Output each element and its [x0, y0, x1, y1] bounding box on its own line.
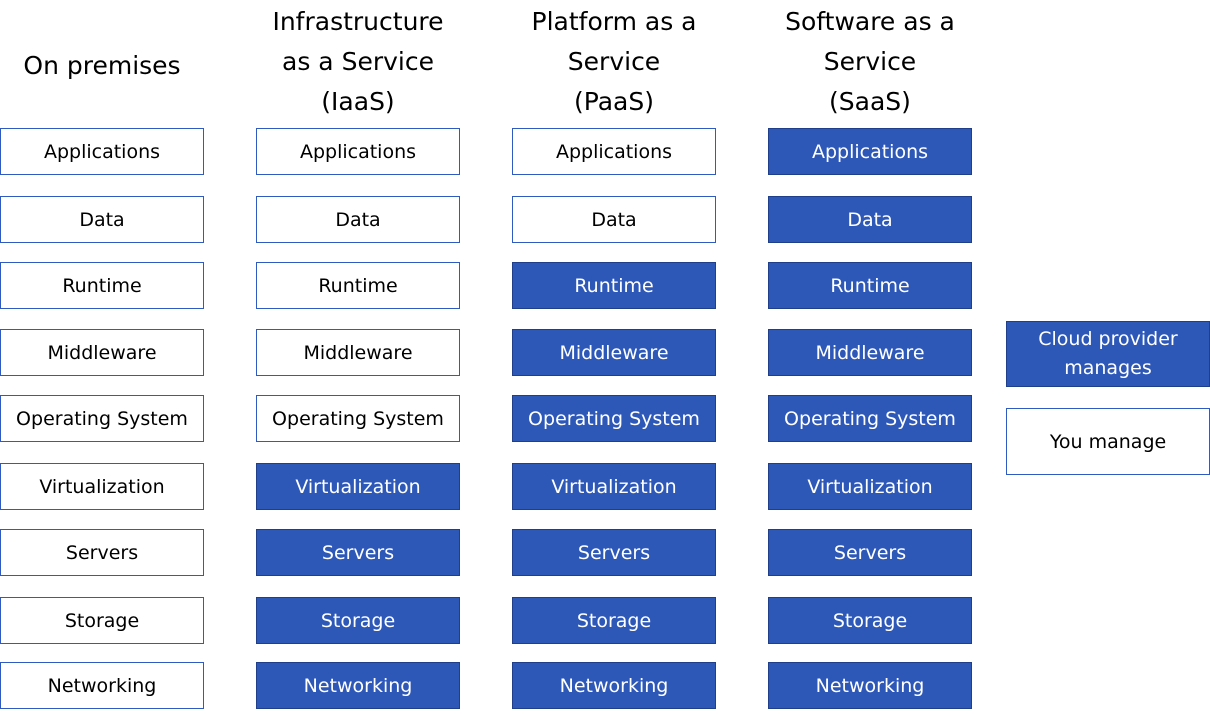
layer-networking: Networking: [256, 662, 460, 709]
layer-operating-system: Operating System: [768, 395, 972, 442]
layer-runtime: Runtime: [0, 262, 204, 309]
layer-storage: Storage: [0, 597, 204, 644]
layer-applications: Applications: [0, 128, 204, 175]
layer-middleware: Middleware: [768, 329, 972, 376]
layer-data: Data: [768, 196, 972, 243]
column-header: Software as a Service (SaaS): [785, 7, 955, 116]
layer-applications: Applications: [512, 128, 716, 175]
layer-operating-system: Operating System: [0, 395, 204, 442]
layer-operating-system: Operating System: [256, 395, 460, 442]
layer-virtualization: Virtualization: [768, 463, 972, 510]
layer-virtualization: Virtualization: [512, 463, 716, 510]
layer-servers: Servers: [256, 529, 460, 576]
legend-you-manage: You manage: [1006, 408, 1210, 475]
layer-runtime: Runtime: [768, 262, 972, 309]
layer-storage: Storage: [768, 597, 972, 644]
layer-storage: Storage: [256, 597, 460, 644]
legend-cloud-provider-manages: Cloud provider manages: [1006, 321, 1210, 387]
layer-applications: Applications: [768, 128, 972, 175]
layer-runtime: Runtime: [256, 262, 460, 309]
column-header: Platform as a Service (PaaS): [531, 7, 697, 116]
layer-networking: Networking: [512, 662, 716, 709]
layer-applications: Applications: [256, 128, 460, 175]
layer-data: Data: [0, 196, 204, 243]
layer-middleware: Middleware: [0, 329, 204, 376]
layer-data: Data: [512, 196, 716, 243]
layer-runtime: Runtime: [512, 262, 716, 309]
layer-middleware: Middleware: [256, 329, 460, 376]
layer-middleware: Middleware: [512, 329, 716, 376]
layer-servers: Servers: [768, 529, 972, 576]
layer-data: Data: [256, 196, 460, 243]
layer-networking: Networking: [768, 662, 972, 709]
layer-networking: Networking: [0, 662, 204, 709]
layer-operating-system: Operating System: [512, 395, 716, 442]
layer-servers: Servers: [512, 529, 716, 576]
layer-virtualization: Virtualization: [0, 463, 204, 510]
column-header: Infrastructure as a Service (IaaS): [272, 7, 444, 116]
layer-storage: Storage: [512, 597, 716, 644]
layer-servers: Servers: [0, 529, 204, 576]
column-header: On premises: [23, 51, 181, 80]
layer-virtualization: Virtualization: [256, 463, 460, 510]
